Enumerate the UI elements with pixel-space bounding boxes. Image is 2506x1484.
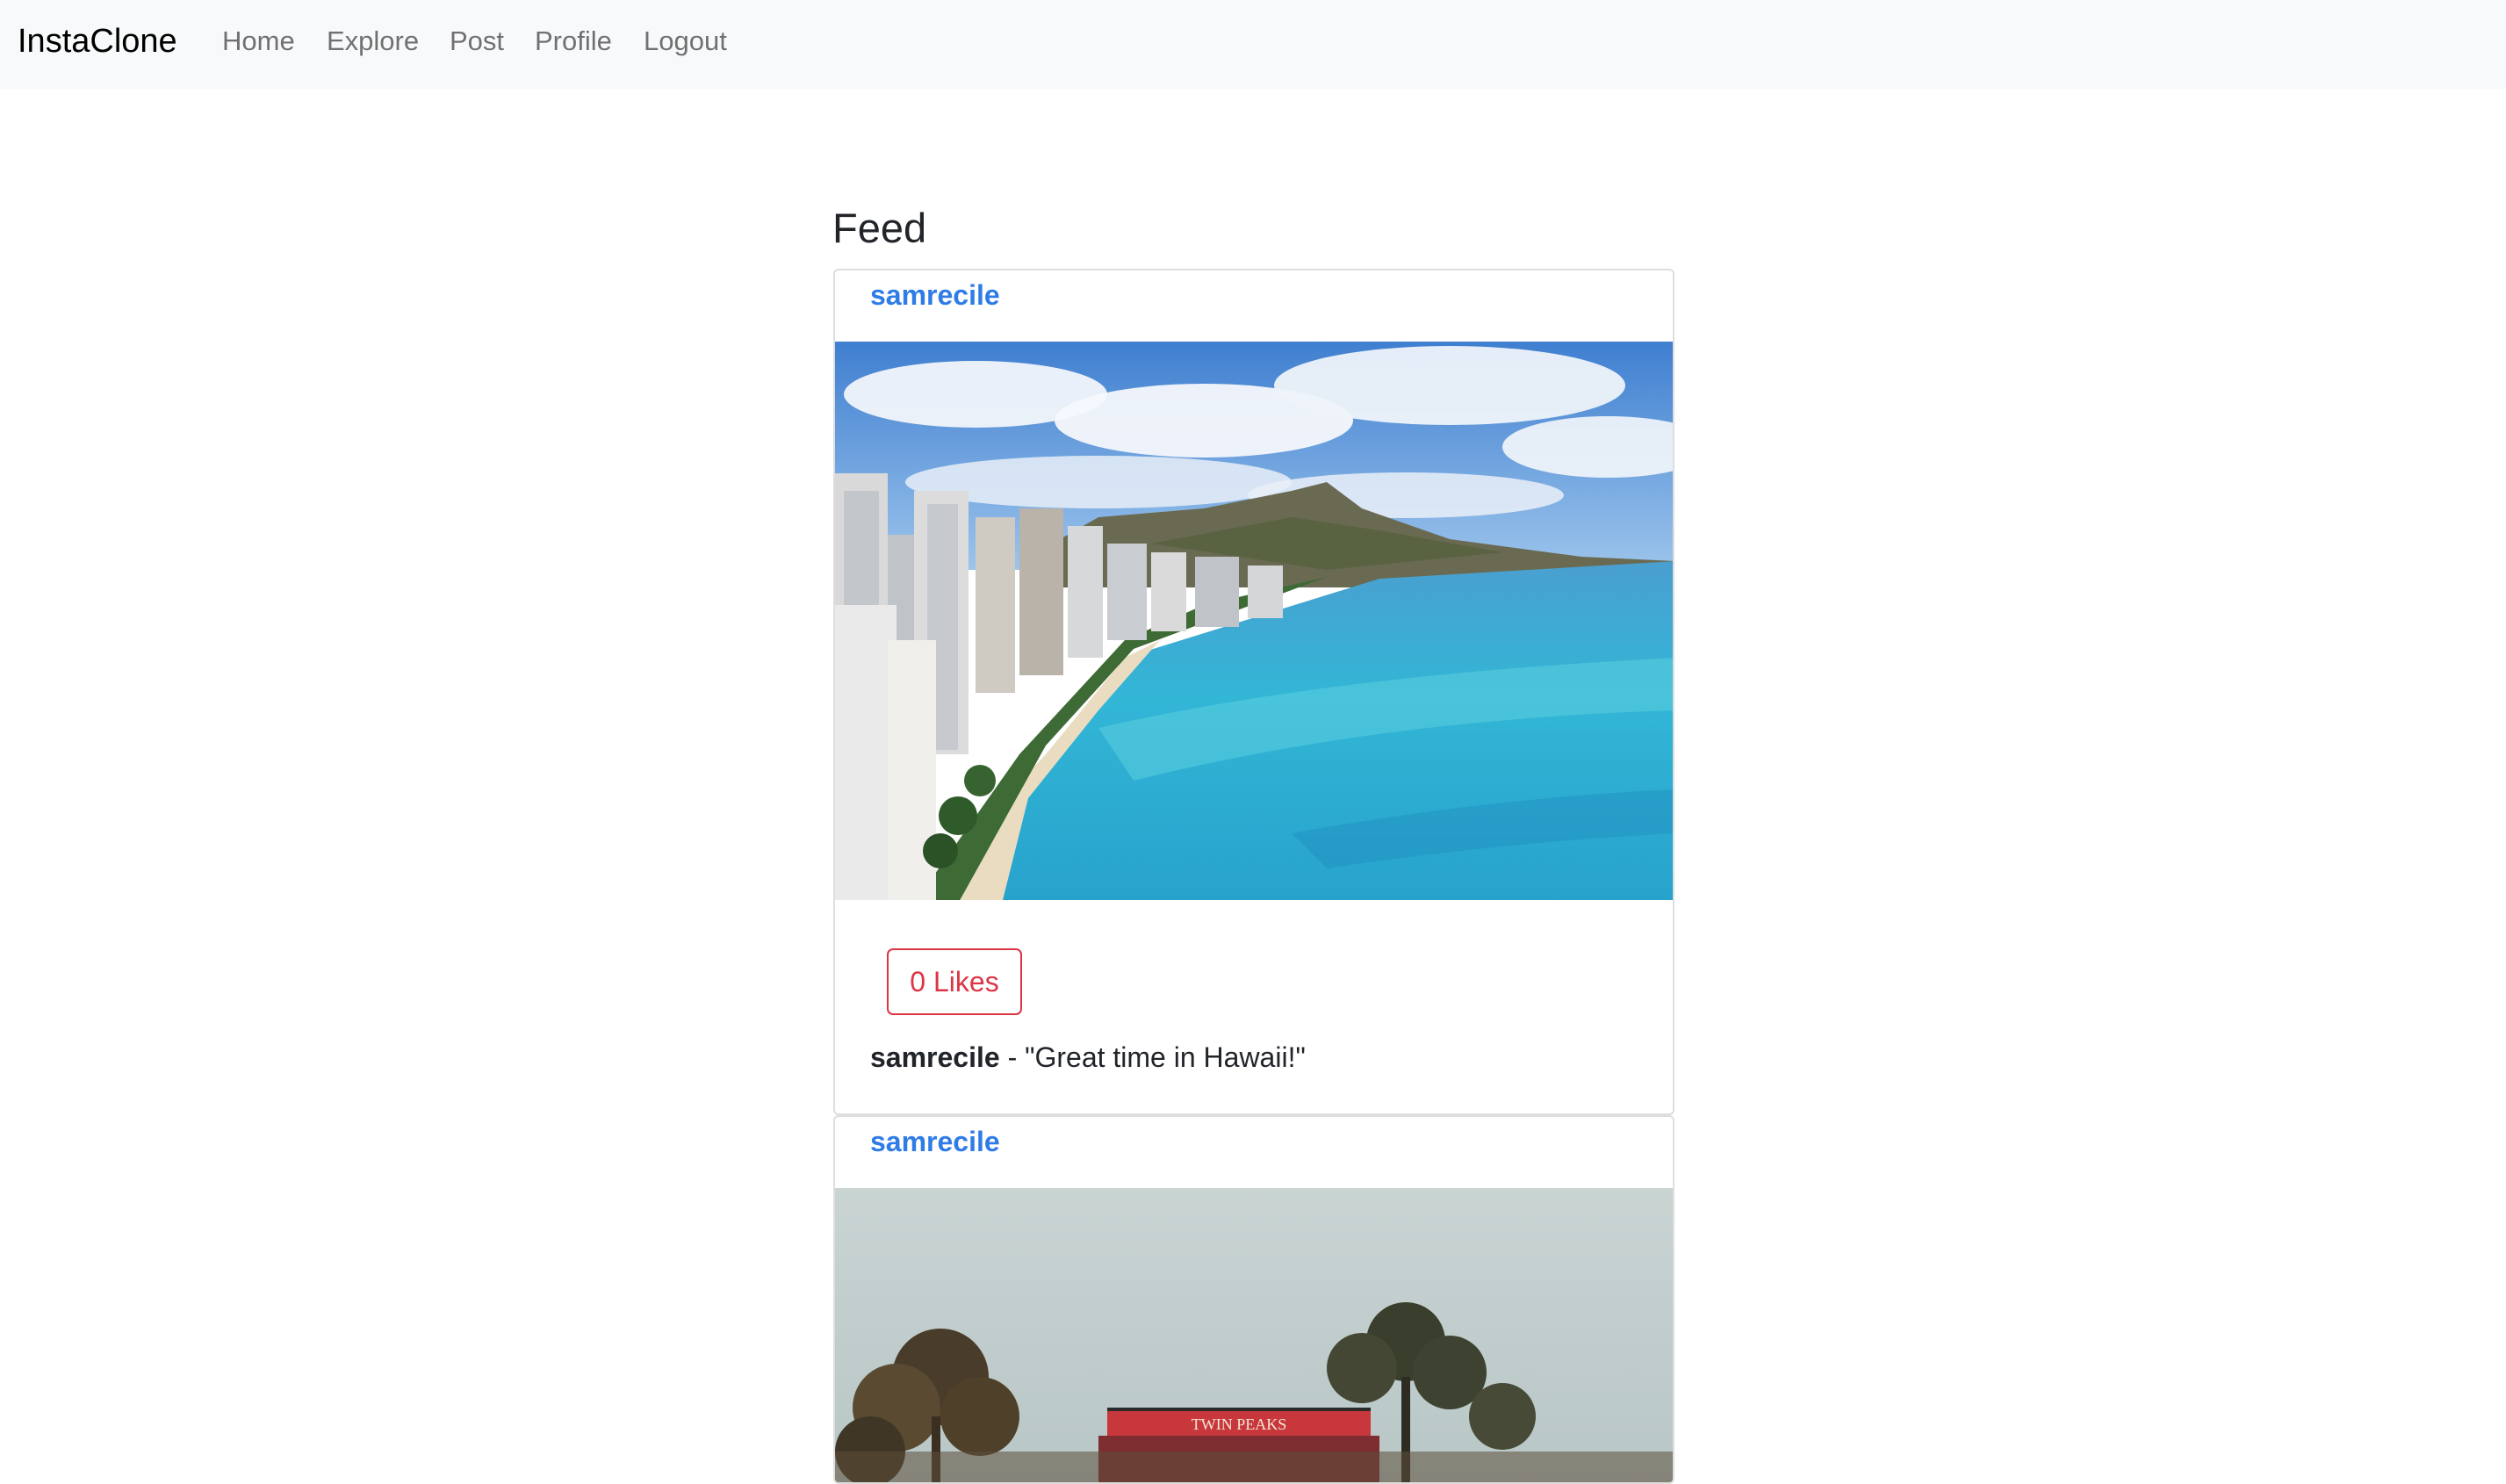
post-photo-trees: TWIN PEAKS <box>835 1188 1673 1482</box>
post-card: samrecile 0 Likes samrecile - "Great tim… <box>833 269 1674 1115</box>
svg-text:TWIN PEAKS: TWIN PEAKS <box>1192 1416 1287 1433</box>
nav-link-profile[interactable]: Profile <box>535 24 612 59</box>
caption-username: samrecile <box>870 1041 1000 1073</box>
post-username-link[interactable]: samrecile <box>870 1124 1000 1159</box>
post-username-link[interactable]: samrecile <box>870 277 1000 313</box>
feed-title: Feed <box>832 205 927 251</box>
brand-logo-link[interactable]: InstaClone <box>18 21 177 61</box>
post-card: samrecile TWIN PEAKS <box>833 1115 1674 1484</box>
post-caption: samrecile - "Great time in Hawaii!" <box>870 1040 1306 1075</box>
nav-link-post[interactable]: Post <box>450 24 504 59</box>
post-photo-beach <box>835 342 1673 900</box>
caption-text: "Great time in Hawaii!" <box>1025 1041 1306 1073</box>
caption-separator: - <box>999 1041 1026 1073</box>
top-navbar: InstaClone Home Explore Post Profile Log… <box>0 0 2506 89</box>
nav-link-home[interactable]: Home <box>222 24 295 59</box>
nav-link-logout[interactable]: Logout <box>644 24 727 59</box>
like-button[interactable]: 0 Likes <box>887 948 1022 1015</box>
nav-link-explore[interactable]: Explore <box>327 24 419 59</box>
